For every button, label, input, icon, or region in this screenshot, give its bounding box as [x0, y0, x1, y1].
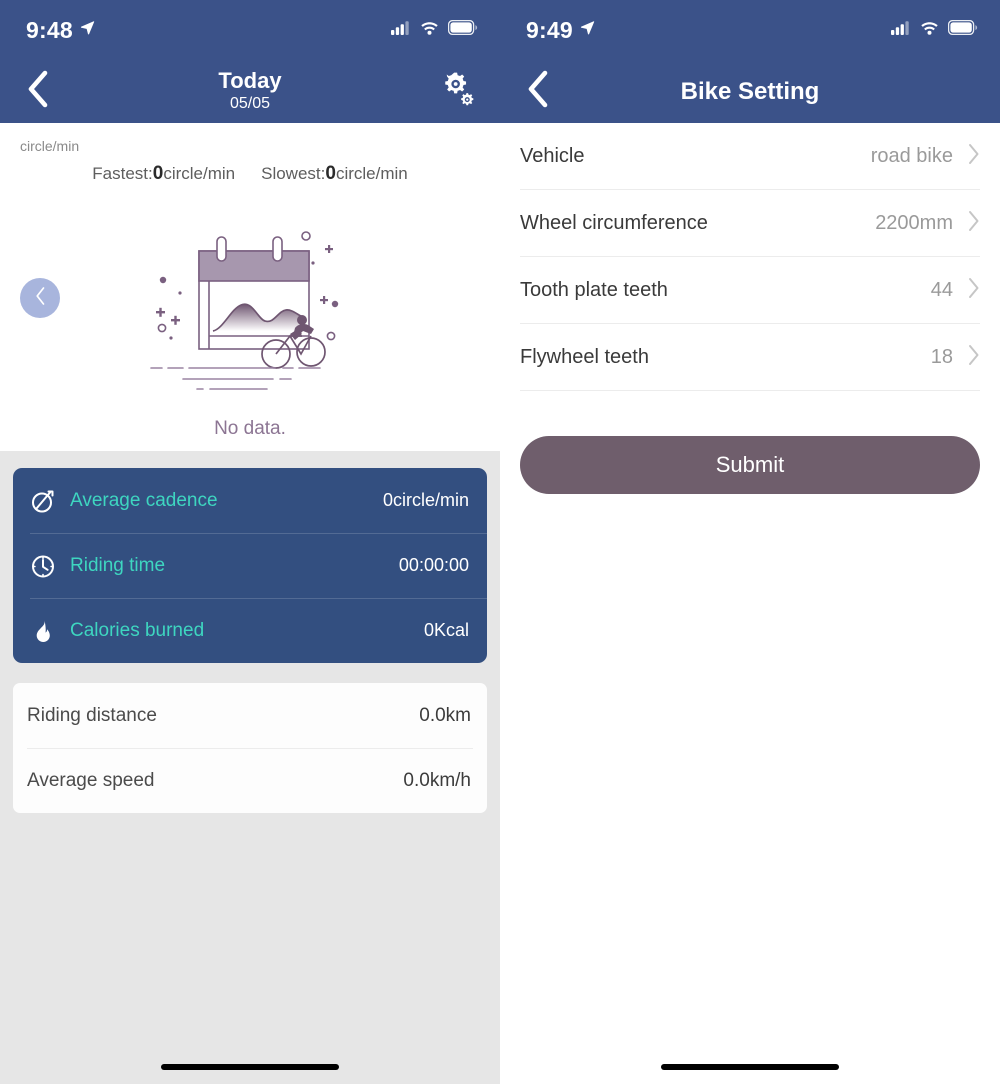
back-button-left[interactable]: [10, 60, 66, 123]
setting-value: 2200mm: [875, 212, 953, 234]
status-time: 9:48: [26, 16, 73, 43]
stat-label: Riding time: [70, 554, 166, 576]
stat-row-average-speed[interactable]: Average speed 0.0km/h: [13, 748, 487, 813]
fastest-unit: circle/min: [163, 164, 236, 183]
primary-stats-card: Average cadence 0circle/min Riding time …: [13, 468, 487, 663]
stat-row-riding-time[interactable]: Riding time 00:00:00: [13, 533, 487, 598]
gear-icon: [439, 71, 475, 112]
no-data-calendar-bike-illustration: [135, 218, 365, 408]
wifi-icon: [920, 21, 939, 40]
screen-today-cadence: 9:48 Today 05/05 circle/min Fastest:0cir…: [0, 0, 500, 1084]
page-title: Today: [218, 68, 282, 94]
fastest-label: Fastest:: [92, 164, 153, 183]
fastest-slowest-row: Fastest:0circle/min Slowest:0circle/min: [0, 163, 500, 185]
chevron-right-icon: [967, 344, 980, 371]
stat-label: Riding distance: [27, 704, 157, 726]
stat-value: 00:00:00: [398, 555, 469, 575]
submit-button[interactable]: Submit: [520, 436, 980, 494]
status-bar-right-group: [891, 19, 978, 40]
cadence-icon: [30, 488, 64, 514]
stat-label: Calories burned: [70, 619, 205, 641]
status-bar-left-group: 9:49: [526, 16, 595, 43]
dual-screenshot-container: 9:48 Today 05/05 circle/min Fastest:0cir…: [0, 0, 1000, 1084]
chart-unit-label: circle/min: [20, 138, 80, 154]
setting-label: Tooth plate teeth: [520, 279, 668, 301]
page-title: Bike Setting: [680, 77, 820, 105]
page-subtitle-date: 05/05: [229, 95, 271, 113]
battery-full-icon: [447, 19, 478, 40]
slowest-value: 0: [325, 163, 336, 184]
wifi-icon: [420, 21, 439, 40]
stat-value: 0Kcal: [423, 620, 469, 640]
home-indicator-right: [661, 1064, 839, 1070]
location-arrow-icon: [80, 20, 95, 40]
setting-value: 44: [930, 279, 953, 301]
slowest-label: Slowest:: [261, 164, 326, 183]
setting-label: Vehicle: [520, 145, 585, 167]
home-indicator-left: [161, 1064, 339, 1070]
stat-row-average-cadence[interactable]: Average cadence 0circle/min: [13, 468, 487, 533]
nav-title-group: Today 05/05: [0, 68, 500, 115]
chevron-right-icon: [967, 143, 980, 170]
stat-row-riding-distance[interactable]: Riding distance 0.0km: [13, 683, 487, 748]
stat-value: 0.0km: [419, 704, 471, 726]
stat-row-calories-burned[interactable]: Calories burned 0Kcal: [13, 598, 487, 663]
nav-bar-right: Bike Setting: [500, 60, 1000, 123]
fastest-value: 0: [152, 163, 164, 184]
today-content: circle/min Fastest:0circle/min Slowest:0…: [0, 123, 500, 1084]
empty-state: No data.: [0, 218, 500, 440]
cellular-signal-icon: [891, 20, 911, 40]
setting-row-vehicle[interactable]: Vehicle road bike: [520, 123, 980, 190]
clock-icon: [30, 553, 64, 579]
fastest-stat: Fastest:0circle/min: [92, 163, 235, 185]
stat-label: Average speed: [27, 769, 155, 791]
setting-row-tooth-plate-teeth[interactable]: Tooth plate teeth 44: [520, 257, 980, 324]
setting-label: Wheel circumference: [520, 212, 708, 234]
secondary-stats-card: Riding distance 0.0km Average speed 0.0k…: [13, 683, 487, 813]
cellular-signal-icon: [391, 20, 411, 40]
location-arrow-icon: [580, 20, 595, 40]
chevron-left-icon: [526, 70, 550, 113]
no-data-text: No data.: [214, 418, 286, 439]
nav-bar-left: Today 05/05: [0, 60, 500, 123]
status-time: 9:49: [526, 16, 573, 43]
settings-button[interactable]: [432, 60, 482, 123]
nav-title-group: Bike Setting: [500, 78, 1000, 106]
setting-row-wheel-circumference[interactable]: Wheel circumference 2200mm: [520, 190, 980, 257]
status-bar-left-group: 9:48: [26, 16, 95, 43]
back-button-right[interactable]: [510, 60, 566, 123]
chevron-left-icon: [26, 70, 50, 113]
setting-value: road bike: [870, 145, 953, 167]
slowest-unit: circle/min: [335, 164, 408, 183]
screen-bike-setting: 9:49 Bike Setting Vehicle road bike Whee…: [500, 0, 1000, 1084]
status-bar-left: 9:48: [0, 0, 500, 60]
bike-setting-content: Vehicle road bike Wheel circumference 22…: [500, 123, 1000, 1084]
status-bar-right: 9:49: [500, 0, 1000, 60]
stat-value: 0.0km/h: [403, 769, 471, 791]
chevron-right-icon: [967, 210, 980, 237]
chevron-right-icon: [967, 277, 980, 304]
setting-row-flywheel-teeth[interactable]: Flywheel teeth 18: [520, 324, 980, 391]
flame-icon: [30, 618, 64, 644]
status-bar-right-group: [391, 19, 478, 40]
stat-label: Average cadence: [70, 489, 218, 511]
setting-value: 18: [930, 346, 953, 368]
battery-full-icon: [947, 19, 978, 40]
slowest-stat: Slowest:0circle/min: [261, 163, 408, 185]
setting-label: Flywheel teeth: [520, 346, 649, 368]
stat-value: 0circle/min: [382, 490, 469, 510]
